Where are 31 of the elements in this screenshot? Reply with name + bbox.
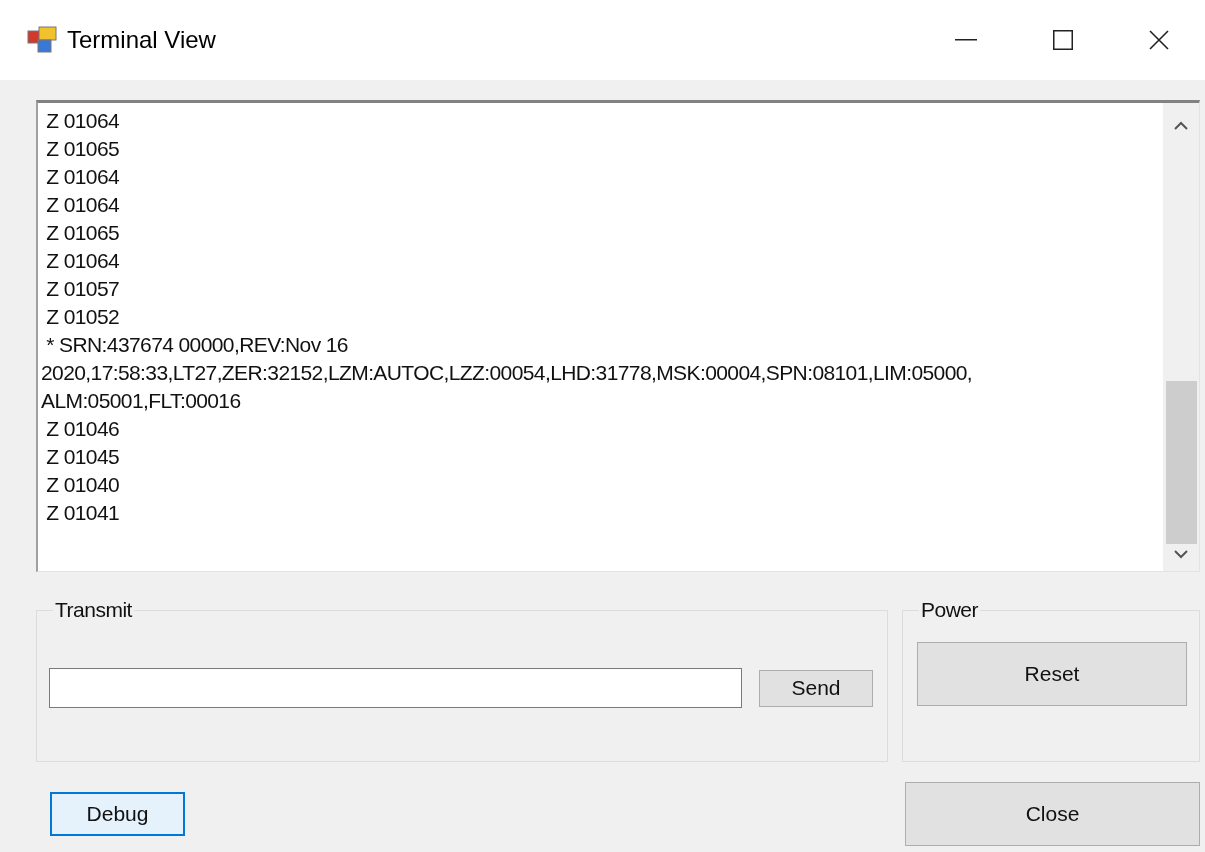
- terminal-line: Z 01041: [45, 500, 120, 526]
- terminal-line: Z 01046: [45, 416, 120, 442]
- terminal-line: * SRN:437674 00000,REV:Nov 16: [45, 332, 348, 358]
- scrollbar[interactable]: [1163, 103, 1199, 571]
- terminal-line: Z 01057: [45, 276, 120, 302]
- scroll-thumb[interactable]: [1165, 381, 1197, 544]
- app-icon: [27, 26, 58, 54]
- terminal-line: Z 01064: [45, 248, 120, 274]
- terminal-line: Z 01064: [45, 192, 120, 218]
- terminal-line: Z 01064: [45, 108, 120, 134]
- transmit-input-field[interactable]: [49, 668, 742, 708]
- group-title: Transmit: [54, 598, 133, 622]
- send-button[interactable]: Send: [759, 669, 873, 707]
- terminal-line: Z 01064: [45, 164, 120, 190]
- terminal-line: 2020,17:58:33,LT27,ZER:32152,LZM:AUTOC,LZZ:00054,LHD:31778,MSK:00004,SPN:08101,LIM:05000,: [41, 360, 973, 386]
- group-title: Power: [920, 598, 980, 622]
- terminal-line: Z 01040: [45, 472, 120, 498]
- terminal-line: Z 01065: [45, 136, 120, 162]
- scroll-down-icon[interactable]: [1174, 550, 1188, 559]
- close-icon[interactable]: [1149, 30, 1169, 50]
- terminal-line: Z 01065: [45, 220, 120, 246]
- terminal-line: ALM:05001,FLT:00016: [41, 388, 241, 414]
- close-button[interactable]: Close: [905, 782, 1200, 846]
- reset-button[interactable]: Reset: [917, 642, 1187, 706]
- terminal-line: Z 01052: [45, 304, 120, 330]
- terminal-line: Z 01045: [45, 444, 120, 470]
- maximize-icon[interactable]: [1053, 30, 1073, 50]
- debug-button[interactable]: Debug: [50, 792, 185, 836]
- window-title: Terminal View: [67, 26, 217, 54]
- scroll-up-icon[interactable]: [1174, 121, 1188, 130]
- minimize-icon[interactable]: [955, 39, 977, 41]
